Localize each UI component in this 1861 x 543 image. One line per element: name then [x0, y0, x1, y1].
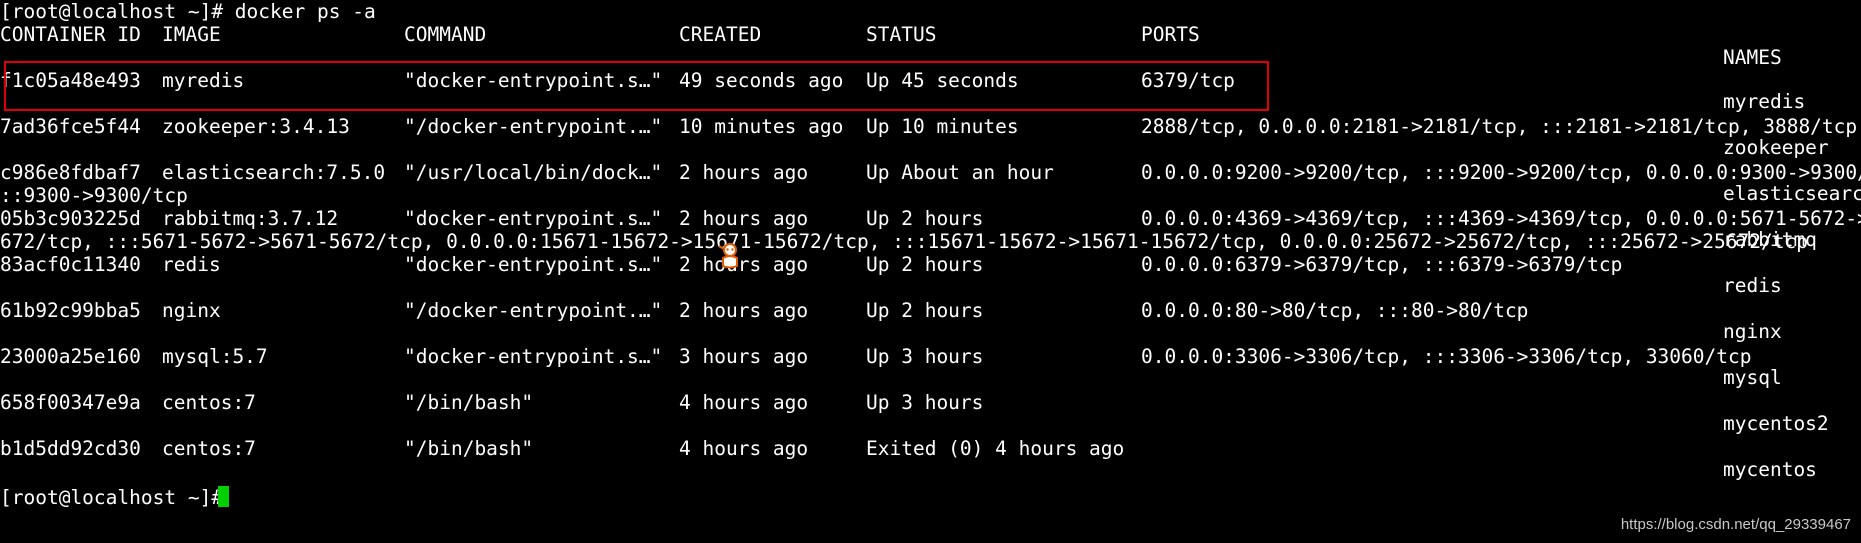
terminal-cursor — [218, 486, 229, 507]
names-cell: mysql — [1723, 366, 1782, 389]
names-cell: mycentos2 — [1723, 412, 1829, 435]
created-cell: 2 hours ago — [679, 207, 809, 230]
command-cell: "docker-entrypoint.s…" — [404, 253, 663, 276]
created-cell: 2 hours ago — [679, 299, 809, 322]
container-id-cell: 05b3c903225d — [0, 207, 141, 230]
command-cell: "/docker-entrypoint.…" — [404, 115, 663, 138]
container-id-cell: 61b92c99bba5 — [0, 299, 141, 322]
container-id-cell: 7ad36fce5f44 — [0, 115, 141, 138]
names-cell: redis — [1723, 274, 1782, 297]
ports-cell: 2888/tcp, 0.0.0.0:2181->2181/tcp, :::218… — [1141, 115, 1858, 138]
command-cell: "/docker-entrypoint.…" — [404, 299, 663, 322]
status-cell: Up About an hour — [866, 161, 1054, 184]
status-cell: Up 3 hours — [866, 391, 984, 414]
command-cell: "/usr/local/bin/dock…" — [404, 161, 663, 184]
status-cell: Exited (0) 4 hours ago — [866, 437, 1125, 460]
names-cell: myredis — [1723, 90, 1806, 113]
image-cell: nginx — [162, 299, 221, 322]
container-id-cell: 658f00347e9a — [0, 391, 141, 414]
image-cell: redis — [162, 253, 221, 276]
created-cell: 2 hours ago — [679, 161, 809, 184]
header-status: STATUS — [866, 23, 937, 46]
header-names: NAMES — [1723, 46, 1782, 69]
image-cell: centos:7 — [162, 437, 256, 460]
header-created: CREATED — [679, 23, 762, 46]
header-image: IMAGE — [162, 23, 221, 46]
container-id-cell: b1d5dd92cd30 — [0, 437, 141, 460]
names-cell: mycentos — [1723, 458, 1817, 481]
image-cell: mysql:5.7 — [162, 345, 268, 368]
created-cell: 4 hours ago — [679, 391, 809, 414]
header-command: COMMAND — [404, 23, 487, 46]
container-id-cell: 83acf0c11340 — [0, 253, 141, 276]
ports-cell: 0.0.0.0:80->80/tcp, :::80->80/tcp — [1141, 299, 1529, 322]
image-cell: rabbitmq:3.7.12 — [162, 207, 339, 230]
final-prompt: [root@localhost ~]# — [0, 486, 235, 509]
highlight-box — [4, 61, 1269, 111]
created-cell: 10 minutes ago — [679, 115, 844, 138]
created-cell: 4 hours ago — [679, 437, 809, 460]
status-cell: Up 2 hours — [866, 207, 984, 230]
container-id-cell: c986e8fdbaf7 — [0, 161, 141, 184]
watermark: https://blog.csdn.net/qq_29339467 — [1620, 516, 1851, 533]
header-container-id: CONTAINER ID — [0, 23, 141, 46]
header-ports: PORTS — [1141, 23, 1200, 46]
image-cell: elasticsearch:7.5.0 — [162, 161, 386, 184]
names-cell: rabbitmq — [1723, 228, 1817, 251]
command-cell: "docker-entrypoint.s…" — [404, 207, 663, 230]
ports-continuation-cell: 672/tcp, :::5671-5672->5671-5672/tcp, 0.… — [0, 230, 1808, 253]
ports-cell: 0.0.0.0:9200->9200/tcp, :::9200->9200/tc… — [1141, 161, 1861, 184]
names-cell: elasticsearch — [1723, 182, 1861, 205]
ports-continuation-cell: ::9300->9300/tcp — [0, 184, 188, 207]
ports-cell: 0.0.0.0:4369->4369/tcp, :::4369->4369/tc… — [1141, 207, 1861, 230]
status-cell: Up 10 minutes — [866, 115, 1019, 138]
command-cell: "docker-entrypoint.s…" — [404, 345, 663, 368]
names-cell: nginx — [1723, 320, 1782, 343]
command-cell: "/bin/bash" — [404, 391, 534, 414]
names-cell: zookeeper — [1723, 136, 1829, 159]
created-cell: 3 hours ago — [679, 345, 809, 368]
ports-cell: 0.0.0.0:3306->3306/tcp, :::3306->3306/tc… — [1141, 345, 1752, 368]
image-cell: centos:7 — [162, 391, 256, 414]
container-id-cell: 23000a25e160 — [0, 345, 141, 368]
ports-cell: 0.0.0.0:6379->6379/tcp, :::6379->6379/tc… — [1141, 253, 1623, 276]
command-prompt-line: [root@localhost ~]# docker ps -a — [0, 0, 376, 23]
status-cell: Up 2 hours — [866, 299, 984, 322]
terminal-window[interactable]: [root@localhost ~]# docker ps -a CONTAIN… — [0, 0, 1861, 543]
image-cell: zookeeper:3.4.13 — [162, 115, 350, 138]
status-cell: Up 3 hours — [866, 345, 984, 368]
status-cell: Up 2 hours — [866, 253, 984, 276]
mascot-icon — [718, 243, 738, 269]
command-cell: "/bin/bash" — [404, 437, 534, 460]
